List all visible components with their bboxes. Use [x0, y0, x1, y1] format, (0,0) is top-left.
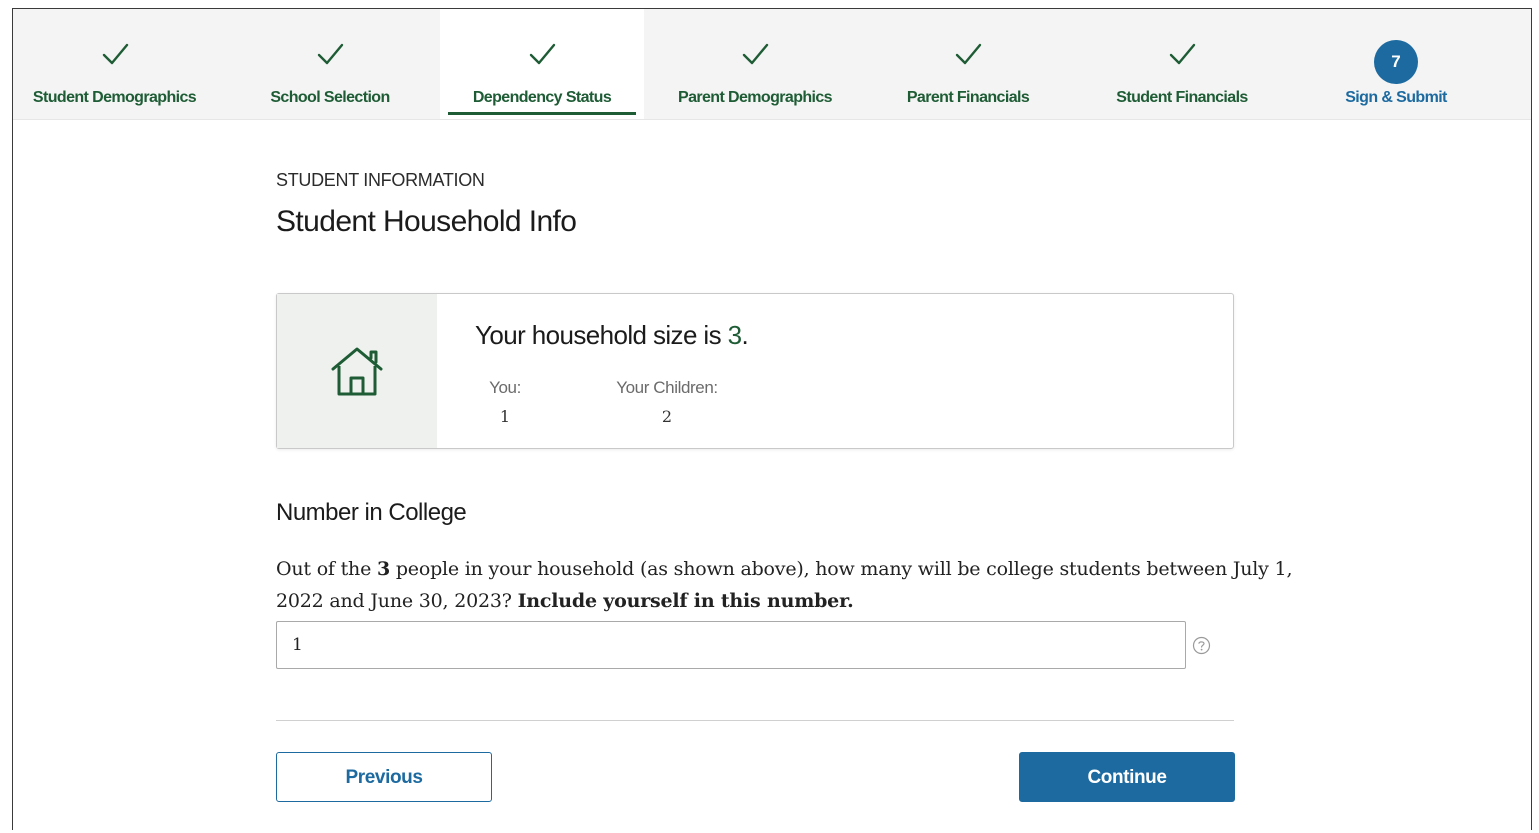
household-size-heading: Your household size is 3. [475, 320, 749, 351]
household-icon-panel [277, 294, 437, 448]
household-size-value: 3 [727, 320, 742, 350]
check-icon [1169, 43, 1196, 65]
check-icon [529, 43, 556, 65]
household-heading-period: . [741, 320, 749, 350]
children-label: Your Children: [616, 378, 718, 397]
app-frame: Student Demographics School Selection De… [12, 8, 1532, 830]
form-divider [276, 720, 1234, 721]
step-label: Dependency Status [472, 89, 612, 106]
continue-button[interactable]: Continue [1019, 752, 1235, 802]
active-step-indicator [448, 112, 636, 115]
children-value: 2 [661, 407, 673, 426]
household-children: Your Children: 2 [607, 378, 727, 426]
progress-stepper: Student Demographics School Selection De… [13, 9, 1531, 120]
household-heading-text: Your household size is [475, 320, 728, 350]
house-icon [331, 347, 383, 396]
number-in-college-question: Out of the 3 people in your household (a… [276, 553, 1316, 617]
step-label: School Selection [270, 89, 390, 106]
step-parent-demographics[interactable]: Parent Demographics [653, 9, 857, 119]
question-text-1: Out of the [276, 558, 377, 580]
check-icon [102, 43, 128, 65]
household-size-card: Your household size is 3. You: 1 Your Ch… [276, 293, 1234, 449]
step-school-selection[interactable]: School Selection [230, 9, 430, 119]
step-sign-submit[interactable]: 7 Sign & Submit [1294, 9, 1498, 119]
question-household-count: 3 [376, 558, 390, 580]
step-dependency-status[interactable]: Dependency Status [440, 9, 644, 119]
number-in-college-input[interactable] [276, 621, 1186, 669]
page-title: Student Household Info [276, 205, 577, 238]
step-label: Student Financials [1116, 89, 1248, 106]
step-label: Sign & Submit [1345, 89, 1447, 106]
step-label: Parent Financials [906, 89, 1030, 106]
previous-button[interactable]: Previous [276, 752, 492, 802]
check-icon [742, 43, 769, 65]
question-emphasis: Include yourself in this number. [517, 590, 854, 612]
step-number-badge: 7 [1374, 40, 1418, 84]
step-label: Parent Demographics [678, 89, 833, 106]
step-student-demographics[interactable]: Student Demographics [13, 9, 216, 119]
step-parent-financials[interactable]: Parent Financials [866, 9, 1070, 119]
you-label: You: [489, 378, 521, 397]
section-eyebrow: STUDENT INFORMATION [276, 170, 485, 190]
check-icon [955, 43, 982, 65]
number-in-college-title: Number in College [276, 499, 467, 526]
you-value: 1 [499, 407, 511, 426]
question-circle-icon[interactable] [1192, 636, 1211, 655]
check-icon [317, 43, 344, 65]
step-label: Student Demographics [32, 89, 197, 106]
step-student-financials[interactable]: Student Financials [1080, 9, 1284, 119]
household-you: You: 1 [485, 378, 525, 426]
